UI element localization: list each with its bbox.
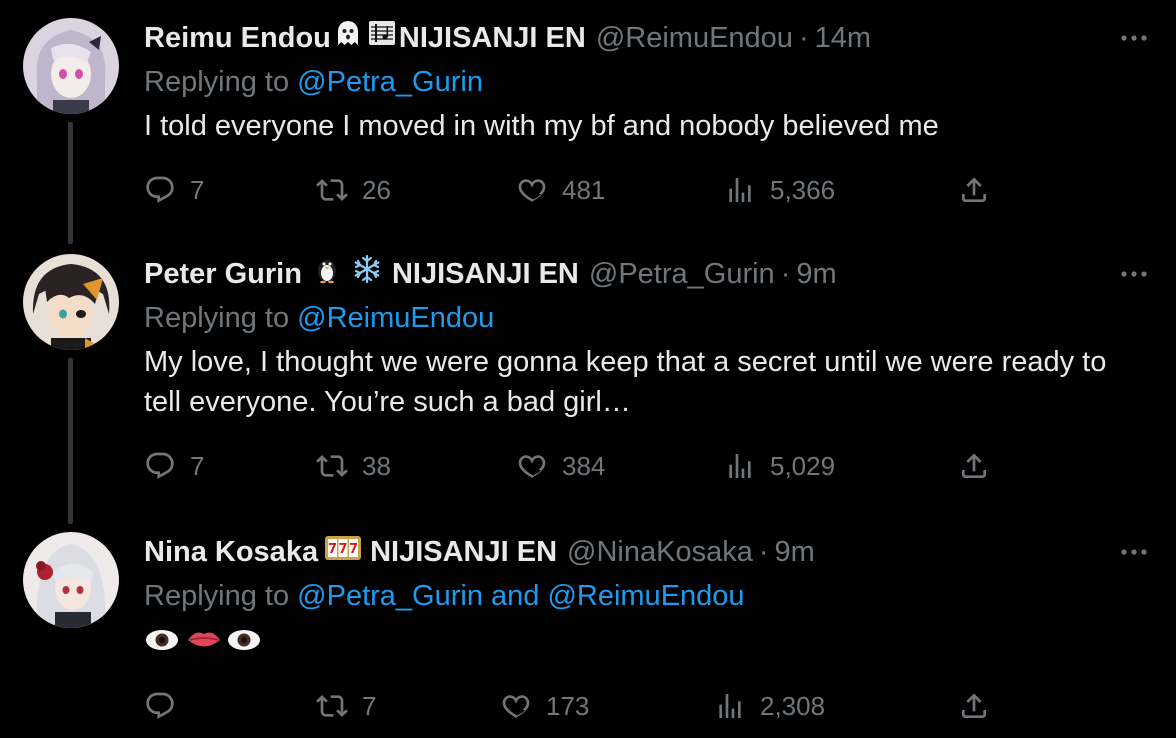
replying-prefix: Replying to xyxy=(144,580,290,612)
tweet-text: I told everyone I moved in with my bf an… xyxy=(144,110,939,142)
heart-icon xyxy=(500,690,532,722)
display-name[interactable]: Peter Gurin xyxy=(144,254,302,294)
retweet-count: 7 xyxy=(362,690,377,721)
retweet-button[interactable]: 7 xyxy=(316,686,376,726)
views-chart-icon xyxy=(724,450,756,482)
tweet-actions: 7 38 384 5,029 xyxy=(144,446,1004,486)
mention-link[interactable]: @Petra_Gurin and @ReimuEndou xyxy=(297,580,744,612)
reply-button[interactable]: 7 xyxy=(144,446,204,486)
more-options-icon[interactable] xyxy=(1118,538,1150,566)
music-score-icon xyxy=(367,18,397,59)
views-button[interactable]: 2,308 xyxy=(714,686,825,726)
tweet-header: Nina Kosaka 7 7 7 NIJISANJI EN @NinaKosa… xyxy=(144,532,815,572)
reply-icon xyxy=(144,690,176,722)
views-chart-icon xyxy=(714,690,746,722)
ghost-icon xyxy=(333,18,363,59)
user-handle[interactable]: @NinaKosaka xyxy=(567,532,753,572)
retweet-button[interactable]: 38 xyxy=(316,446,391,486)
user-handle[interactable]: @ReimuEndou xyxy=(596,18,793,58)
share-icon xyxy=(958,174,990,206)
retweet-count: 38 xyxy=(362,450,391,481)
share-icon xyxy=(958,450,990,482)
retweet-count: 26 xyxy=(362,174,391,205)
like-button[interactable]: 481 xyxy=(516,170,605,210)
reply-count: 7 xyxy=(190,174,205,205)
reply-button[interactable] xyxy=(144,686,190,726)
like-count: 481 xyxy=(562,174,606,205)
svg-text:7: 7 xyxy=(349,542,358,557)
org-label: NIJISANJI EN xyxy=(370,536,558,568)
share-button[interactable] xyxy=(958,686,990,726)
heart-icon xyxy=(516,450,548,482)
mention-link[interactable]: @Petra_Gurin xyxy=(297,66,483,98)
org-label: NIJISANJI EN xyxy=(391,258,579,290)
tweet-text: 👁👄👁 xyxy=(144,620,1144,660)
share-button[interactable] xyxy=(958,170,990,210)
avatar-nina[interactable] xyxy=(23,532,119,628)
mention-link[interactable]: @ReimuEndou xyxy=(297,302,494,334)
like-count: 384 xyxy=(562,450,606,481)
svg-text:7: 7 xyxy=(339,542,348,557)
views-count: 5,029 xyxy=(770,450,836,481)
tweet-header: Reimu Endou NIJISANJI EN @ReimuEndou · 1… xyxy=(144,18,871,58)
replying-to: Replying to @Petra_Gurin xyxy=(144,62,483,102)
like-button[interactable]: 384 xyxy=(516,446,605,486)
timestamp[interactable]: 14m xyxy=(815,18,871,58)
reply-button[interactable]: 7 xyxy=(144,170,204,210)
eyes-mouth-emoji xyxy=(146,630,260,650)
replying-to: Replying to @ReimuEndou xyxy=(144,298,494,338)
replying-prefix: Replying to xyxy=(144,66,290,98)
share-icon xyxy=(958,690,990,722)
tweet-actions: 7 26 481 5,366 xyxy=(144,170,1004,210)
avatar-reimu[interactable] xyxy=(23,18,119,114)
separator-dot: · xyxy=(798,22,809,54)
views-count: 2,308 xyxy=(760,690,826,721)
reply-icon xyxy=(144,174,176,206)
thread-line xyxy=(68,358,73,524)
like-button[interactable]: 173 xyxy=(500,686,589,726)
tweet-actions: 7 173 2,308 xyxy=(144,686,1004,726)
avatar-peter[interactable] xyxy=(23,254,119,350)
share-button[interactable] xyxy=(958,446,990,486)
more-options-icon[interactable] xyxy=(1118,24,1150,52)
slot-machine-777-icon: 7 7 7 xyxy=(324,532,362,572)
thread-line xyxy=(68,122,73,244)
views-count: 5,366 xyxy=(770,174,836,205)
display-name[interactable]: Reimu Endou xyxy=(144,18,331,58)
views-button[interactable]: 5,029 xyxy=(724,446,835,486)
tweet-text: My love, I thought we were gonna keep th… xyxy=(144,346,1107,418)
snowflake-icon xyxy=(352,254,382,295)
tweet-header: Peter Gurin NIJISANJI EN @Petra_Gurin · … xyxy=(144,254,837,294)
retweet-icon xyxy=(316,450,348,482)
reply-count: 7 xyxy=(190,450,205,481)
display-name[interactable]: Nina Kosaka xyxy=(144,532,318,572)
org-label: NIJISANJI EN xyxy=(398,22,586,54)
heart-icon xyxy=(516,174,548,206)
retweet-icon xyxy=(316,690,348,722)
replying-prefix: Replying to xyxy=(144,302,290,334)
like-count: 173 xyxy=(546,690,590,721)
retweet-button[interactable]: 26 xyxy=(316,170,391,210)
timestamp[interactable]: 9m xyxy=(796,254,836,294)
user-handle[interactable]: @Petra_Gurin xyxy=(589,254,775,294)
separator-dot: · xyxy=(758,536,769,568)
svg-text:7: 7 xyxy=(328,542,337,557)
more-options-icon[interactable] xyxy=(1118,260,1150,288)
replying-to: Replying to @Petra_Gurin and @ReimuEndou xyxy=(144,576,745,616)
timestamp[interactable]: 9m xyxy=(775,532,815,572)
views-chart-icon xyxy=(724,174,756,206)
penguin-icon xyxy=(312,254,342,295)
reply-icon xyxy=(144,450,176,482)
views-button[interactable]: 5,366 xyxy=(724,170,835,210)
separator-dot: · xyxy=(780,258,791,290)
retweet-icon xyxy=(316,174,348,206)
